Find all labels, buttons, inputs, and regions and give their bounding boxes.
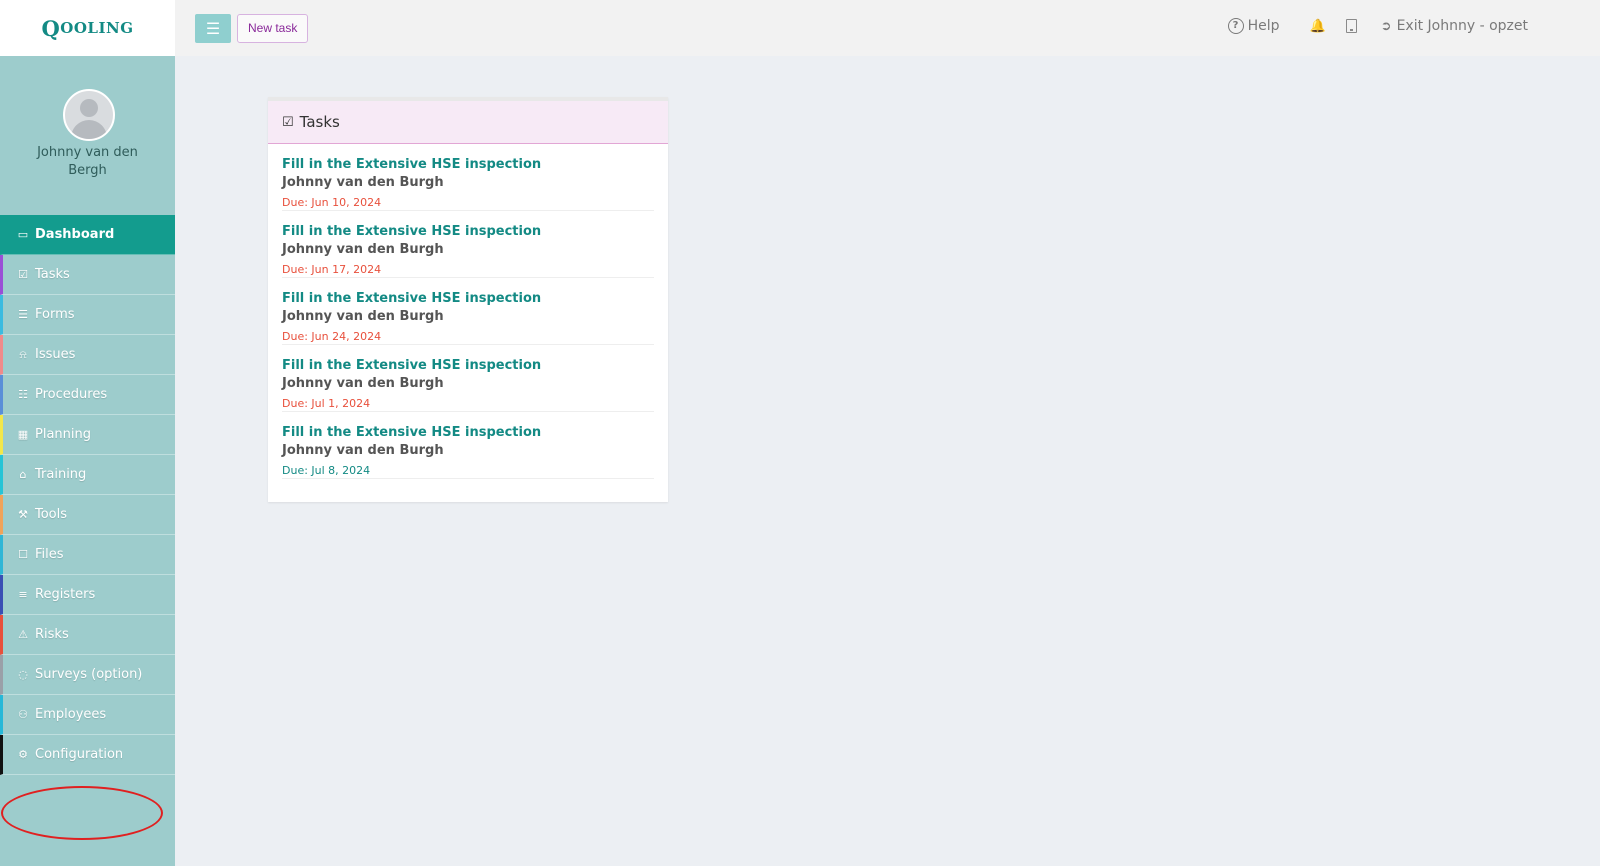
sign-out-icon: ➲ <box>1380 18 1392 34</box>
check-square-icon: ☑ <box>282 114 294 130</box>
check-square-icon: ☑ <box>18 268 28 281</box>
sidebar-item-risks[interactable]: ⚠ Risks <box>0 615 175 655</box>
sidebar-item-issues[interactable]: ⍾ Issues <box>0 335 175 375</box>
profile-section: Johnny van den Bergh <box>0 56 175 215</box>
help-link[interactable]: ? Help <box>1227 18 1280 34</box>
profile-name: Johnny van den Bergh <box>37 145 138 178</box>
mobile-device-icon[interactable] <box>1345 19 1357 33</box>
qooling-logo[interactable]: Q OOLING <box>0 0 175 56</box>
bell-icon: ⍾ <box>19 347 27 361</box>
task-title-link[interactable]: Fill in the Extensive HSE inspection <box>282 357 654 374</box>
logo-first-letter: Q <box>41 15 61 41</box>
graduation-cap-icon: ⌂ <box>19 468 27 481</box>
sidebar-item-tools[interactable]: ⚒ Tools <box>0 495 175 535</box>
avatar-head <box>80 99 98 117</box>
sidebar-item-label: Dashboard <box>35 227 115 242</box>
sidebar-item-surveys-option[interactable]: ◌ Surveys (option) <box>0 655 175 695</box>
sidebar-item-label: Forms <box>35 307 75 322</box>
sidebar-item-procedures[interactable]: ☷ Procedures <box>0 375 175 415</box>
task-assignee: Johnny van den Burgh <box>282 376 444 391</box>
annotation-circle <box>1 786 163 840</box>
sidebar-item-employees[interactable]: ⚇ Employees <box>0 695 175 735</box>
avatar[interactable] <box>63 89 115 141</box>
task-assignee: Johnny van den Burgh <box>282 309 444 324</box>
sidebar-item-label: Risks <box>35 627 69 642</box>
task-due-date: Due: Jul 8, 2024 <box>282 464 371 477</box>
sidebar-item-label: Employees <box>35 707 107 722</box>
logo-rest: OOLING <box>60 19 134 37</box>
task-assignee: Johnny van den Burgh <box>282 242 444 257</box>
task-list-item: Fill in the Extensive HSE inspection John… <box>282 278 654 345</box>
task-due-date: Due: Jun 24, 2024 <box>282 330 382 343</box>
warning-icon: ⚠ <box>18 628 28 641</box>
task-list-item: Fill in the Extensive HSE inspection John… <box>282 144 654 211</box>
comment-icon: ◌ <box>18 668 28 681</box>
sidebar-item-configuration[interactable]: ⚙ Configuration <box>0 735 175 775</box>
sidebar-nav: ▭ Dashboard ☑ Tasks ☰ Forms ⍾ Issues ☷ Procedures… <box>0 215 175 775</box>
hamburger-icon: ☰ <box>205 21 221 38</box>
file-icon: ☐ <box>18 548 28 561</box>
exit-label: Exit Johnny - opzet <box>1396 18 1528 34</box>
calendar-icon: ▦ <box>17 428 29 441</box>
tasks-panel-header: ☑ Tasks <box>268 97 668 144</box>
sidebar-item-tasks[interactable]: ☑ Tasks <box>0 255 175 295</box>
sidebar-item-label: Tasks <box>35 267 70 282</box>
list-icon: ≡ <box>18 588 28 601</box>
task-list-item: Fill in the Extensive HSE inspection John… <box>282 345 654 412</box>
help-label: Help <box>1247 18 1280 34</box>
help-icon: ? <box>1227 18 1244 34</box>
sidebar-item-label: Surveys (option) <box>35 667 143 682</box>
task-due-date: Due: Jul 1, 2024 <box>282 397 371 410</box>
sidebar-item-label: Configuration <box>35 747 124 762</box>
sidebar-item-training[interactable]: ⌂ Training <box>0 455 175 495</box>
exit-link[interactable]: ➲ Exit Johnny - opzet <box>1381 18 1528 34</box>
sidebar-item-label: Registers <box>35 587 96 602</box>
new-task-button[interactable]: New task <box>237 14 309 43</box>
task-list-item: Fill in the Extensive HSE inspection John… <box>282 412 654 479</box>
task-title-link[interactable]: Fill in the Extensive HSE inspection <box>282 290 654 307</box>
top-bar: ☰ New task ? Help 🔔 ➲ Exit Johnny - opze… <box>175 0 1600 56</box>
sidebar-item-label: Issues <box>35 347 76 362</box>
menu-toggle-button[interactable]: ☰ <box>195 14 231 43</box>
sidebar-item-planning[interactable]: ▦ Planning <box>0 415 175 455</box>
document-icon: ☰ <box>18 308 28 321</box>
sidebar-item-label: Training <box>35 467 87 482</box>
sidebar-item-dashboard[interactable]: ▭ Dashboard <box>0 215 175 255</box>
tasks-panel-title: Tasks <box>299 113 340 131</box>
sidebar-item-label: Tools <box>35 507 68 522</box>
gear-icon: ⚙ <box>18 748 28 761</box>
sidebar-item-registers[interactable]: ≡ Registers <box>0 575 175 615</box>
task-due-date: Due: Jun 17, 2024 <box>282 263 382 276</box>
users-icon: ⚇ <box>18 708 28 721</box>
sidebar-item-forms[interactable]: ☰ Forms <box>0 295 175 335</box>
task-list-item: Fill in the Extensive HSE inspection John… <box>282 211 654 278</box>
tasks-panel: ☑ Tasks Fill in the Extensive HSE inspec… <box>268 97 668 502</box>
task-title-link[interactable]: Fill in the Extensive HSE inspection <box>282 223 654 240</box>
task-assignee: Johnny van den Burgh <box>282 443 444 458</box>
sidebar-item-label: Planning <box>35 427 91 442</box>
top-right-actions: ? Help 🔔 ➲ Exit Johnny - opzet <box>1227 18 1528 34</box>
sidebar-item-label: Files <box>35 547 64 562</box>
task-list: Fill in the Extensive HSE inspection John… <box>268 144 668 479</box>
sidebar-item-label: Procedures <box>35 387 108 402</box>
task-title-link[interactable]: Fill in the Extensive HSE inspection <box>282 424 654 441</box>
task-title-link[interactable]: Fill in the Extensive HSE inspection <box>282 156 654 173</box>
task-assignee: Johnny van den Burgh <box>282 175 444 190</box>
sidebar-item-files[interactable]: ☐ Files <box>0 535 175 575</box>
sidebar: Johnny van den Bergh ▭ Dashboard ☑ Tasks ☰ Fo… <box>0 56 175 866</box>
task-due-date: Due: Jun 10, 2024 <box>282 196 382 209</box>
wrench-icon: ⚒ <box>18 508 28 521</box>
list-alt-icon: ☷ <box>18 388 28 401</box>
avatar-body <box>71 120 107 139</box>
monitor-icon: ▭ <box>17 228 29 241</box>
notifications-bell-icon[interactable]: 🔔 <box>1309 19 1325 34</box>
